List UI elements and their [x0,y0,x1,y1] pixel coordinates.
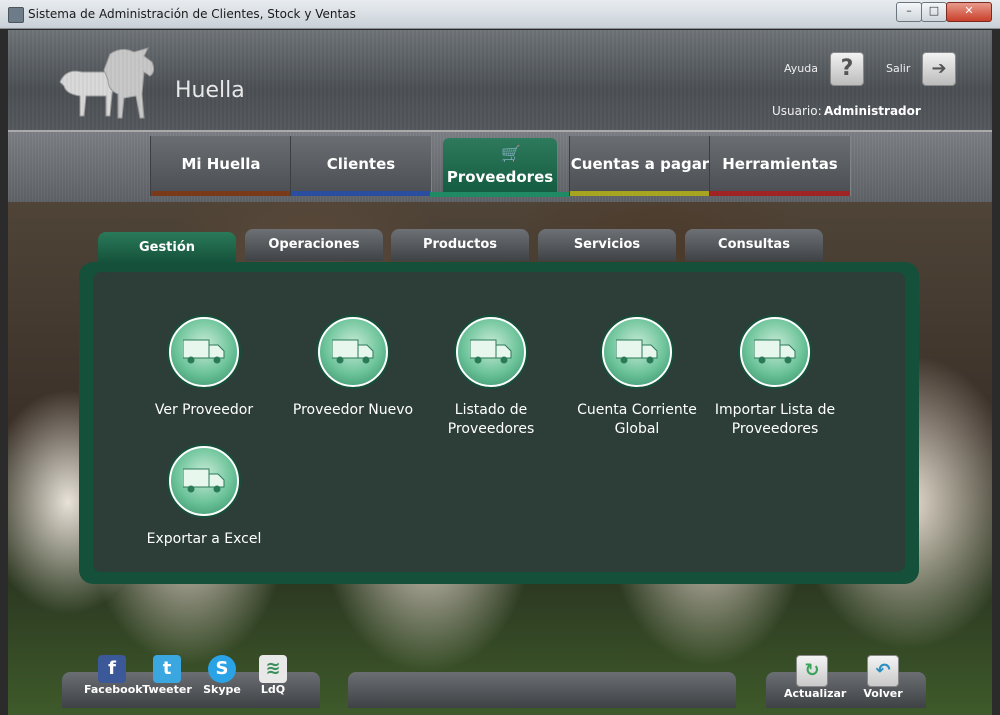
skype-icon: S [208,655,236,683]
tile-label: Ver Proveedor [154,402,254,418]
tile-label: Proveedor Nuevo [292,402,414,418]
help-button[interactable]: ? [830,52,864,86]
window-title-bar: Sistema de Administración de Clientes, S… [0,0,1000,29]
twitter-icon: t [153,655,181,683]
ldq-icon: ≋ [259,655,287,683]
horses-logo-icon [59,47,155,119]
ldq-link[interactable]: ≋ LdQ [245,655,301,696]
nav-tab-label: Clientes [326,155,396,173]
refresh-button[interactable]: ↻ Actualizar [784,655,847,700]
nav-tab-stripe [151,191,291,196]
tweeter-link[interactable]: t Tweeter [139,655,195,696]
nav-tab-stripe [430,192,570,197]
tile-importar-lista-de-proveedores[interactable]: Importar Lista de Proveedores [700,317,850,439]
nav-tab-label: Herramientas [722,155,838,173]
tile-proveedor-nuevo[interactable]: Proveedor Nuevo [278,317,428,420]
nav-tab-label: Mi Huella [181,155,261,173]
tile-cuenta-corriente-global[interactable]: Cuenta Corriente Global [562,317,712,439]
nav-tab-proveedores[interactable]: 🛒 Proveedores [443,138,557,196]
tile-ver-proveedor[interactable]: Ver Proveedor [129,317,279,420]
truck-icon [169,317,239,387]
back-button[interactable]: ↶ Volver [855,655,911,700]
app-icon [8,7,24,23]
maximize-button[interactable]: □ [921,2,947,22]
window-title: Sistema de Administración de Clientes, S… [28,7,356,21]
refresh-icon: ↻ [796,655,828,687]
nav-tab-label: Cuentas a pagar [570,155,710,173]
nav-tab-clientes[interactable]: Clientes [290,136,432,196]
nav-tab-label: Proveedores [446,168,554,186]
brand-name: Huella [175,78,245,103]
tile-label: Cuenta Corriente Global [577,402,697,437]
back-arrow-icon: ↶ [867,655,899,687]
subtab-gestion[interactable]: Gestión [98,232,236,264]
skype-link[interactable]: S Skype [194,655,250,696]
tile-label: Listado de Proveedores [447,402,535,437]
truck-icon [602,317,672,387]
cart-icon: 🛒 [501,144,521,163]
social-label: Facebook [84,683,143,696]
tile-exportar-a-excel[interactable]: Exportar a Excel [129,446,279,549]
tile-label: Exportar a Excel [146,531,262,547]
status-bar [348,672,736,708]
nav-tab-stripe [570,191,710,196]
facebook-link[interactable]: f Facebook [84,655,143,696]
nav-tab-stripe [291,191,431,196]
social-label: Skype [203,683,241,696]
action-label: Volver [863,687,903,700]
nav-tab-herramientas[interactable]: Herramientas [709,136,851,196]
subtab-servicios[interactable]: Servicios [538,229,676,261]
subtab-consultas[interactable]: Consultas [685,229,823,261]
nav-tab-stripe [710,191,850,196]
social-label: LdQ [260,683,286,696]
tile-listado-de-proveedores[interactable]: Listado de Proveedores [416,317,566,439]
action-label: Actualizar [784,687,847,700]
truck-icon [740,317,810,387]
minimize-button[interactable]: – [896,2,922,22]
subtab-productos[interactable]: Productos [391,229,529,261]
nav-tab-mi-huella[interactable]: Mi Huella [150,136,292,196]
truck-icon [318,317,388,387]
nav-tab-cuentas-a-pagar[interactable]: Cuentas a pagar [569,136,711,196]
user-value: Administrador [824,104,921,118]
exit-button[interactable]: ➔ [922,52,956,86]
facebook-icon: f [98,655,126,683]
subtab-operaciones[interactable]: Operaciones [245,229,383,261]
truck-icon [169,446,239,516]
truck-icon [456,317,526,387]
exit-label: Salir [886,62,911,75]
close-button[interactable]: ✕ [946,2,992,22]
user-label: Usuario: [772,104,822,118]
tile-label: Importar Lista de Proveedores [714,402,836,437]
social-label: Tweeter [142,683,192,696]
help-label: Ayuda [784,62,818,75]
app-header: Huella Ayuda ? Salir ➔ Usuario: Administ… [8,30,992,130]
